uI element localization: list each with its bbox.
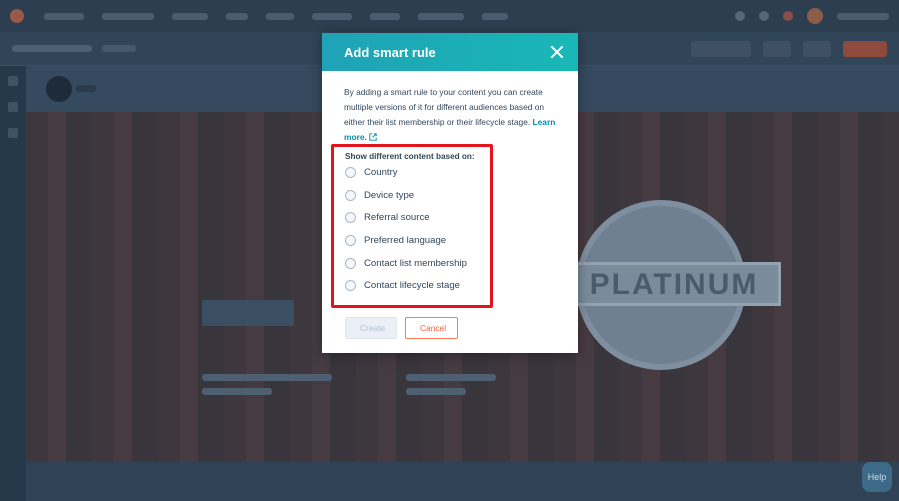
add-smart-rule-modal: Add smart rule By adding a smart rule to… <box>322 33 578 353</box>
option-label: Contact list membership <box>364 257 467 269</box>
radio-button[interactable] <box>345 212 356 224</box>
nav-item-conversations[interactable] <box>102 12 154 20</box>
publish-button[interactable] <box>843 40 887 57</box>
nav-item-contacts[interactable] <box>44 12 84 20</box>
nav-item-marketing[interactable] <box>172 12 208 20</box>
nav-item-reports[interactable] <box>370 12 400 20</box>
option-label: Country <box>364 166 398 178</box>
hero-text-line <box>202 374 332 381</box>
option-label: Preferred language <box>364 234 447 246</box>
module-toolbar[interactable] <box>202 300 294 326</box>
page-status-badge <box>102 45 136 52</box>
back-to-pages-link[interactable] <box>12 45 92 52</box>
modal-title: Add smart rule <box>344 44 436 60</box>
close-icon[interactable] <box>550 45 564 59</box>
help-button[interactable]: Help <box>862 462 892 492</box>
radio-button[interactable] <box>345 257 356 269</box>
nav-item-automation[interactable] <box>312 12 352 20</box>
radio-button[interactable] <box>345 280 356 292</box>
radio-button[interactable] <box>345 189 356 201</box>
actions-button[interactable] <box>763 40 791 57</box>
option-label: Referral source <box>364 212 430 224</box>
notifications-icon[interactable] <box>783 11 793 21</box>
hero-text-line <box>406 374 496 381</box>
page-footer-preview <box>26 462 899 501</box>
modal-header: Add smart rule <box>322 33 578 71</box>
avatar[interactable] <box>807 8 823 24</box>
site-logo-text <box>76 85 96 92</box>
hero-text-line <box>406 388 466 395</box>
settings-icon[interactable] <box>759 11 769 21</box>
nav-item-partner[interactable] <box>482 12 508 20</box>
hubspot-logo-icon[interactable] <box>10 9 24 23</box>
settings-gear-icon[interactable] <box>803 40 831 57</box>
preview-button[interactable] <box>691 40 751 57</box>
modal-description: By adding a smart rule to your content y… <box>344 85 556 145</box>
option-preferred-language[interactable]: Preferred language <box>345 229 491 252</box>
account-menu[interactable] <box>837 12 889 20</box>
option-label: Device type <box>364 189 415 201</box>
sidebar-settings-icon[interactable] <box>8 128 18 138</box>
option-country[interactable]: Country <box>345 161 491 184</box>
editor-sidebar <box>0 66 26 501</box>
option-label: Contact lifecycle stage <box>364 280 460 292</box>
option-referral-source[interactable]: Referral source <box>345 206 491 229</box>
option-contact-list-membership[interactable]: Contact list membership <box>345 252 491 275</box>
radio-button[interactable] <box>345 234 356 246</box>
top-navigation-bar <box>0 0 899 32</box>
site-logo[interactable] <box>46 76 72 102</box>
smart-rule-options: Show different content based on: Country… <box>331 144 491 297</box>
external-link-icon <box>369 133 377 141</box>
cancel-button[interactable]: Cancel <box>405 317 458 339</box>
radio-button[interactable] <box>345 166 356 178</box>
search-icon[interactable] <box>735 11 745 21</box>
option-device-type[interactable]: Device type <box>345 184 491 207</box>
options-label: Show different content based on: <box>345 152 475 161</box>
description-text: By adding a smart rule to your content y… <box>344 87 545 127</box>
nav-item-service[interactable] <box>266 12 294 20</box>
sidebar-layers-icon[interactable] <box>8 102 18 112</box>
modal-body: By adding a smart rule to your content y… <box>322 71 578 145</box>
nav-item-marketplace[interactable] <box>418 12 464 20</box>
hero-text-line <box>202 388 272 395</box>
modal-footer: Create Cancel <box>345 317 458 339</box>
badge-text: PLATINUM <box>589 268 759 301</box>
nav-item-sales[interactable] <box>226 12 248 20</box>
create-button[interactable]: Create <box>345 317 397 339</box>
sidebar-add-icon[interactable] <box>8 76 18 86</box>
option-contact-lifecycle-stage[interactable]: Contact lifecycle stage <box>345 274 491 297</box>
